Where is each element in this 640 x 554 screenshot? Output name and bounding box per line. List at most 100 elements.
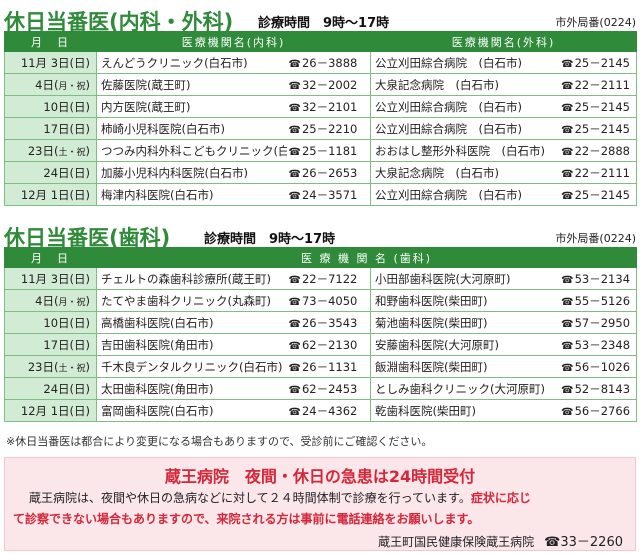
phone-number: 25－2145 bbox=[574, 121, 630, 136]
phone-cell: ☎25－2145 bbox=[556, 183, 637, 206]
phone-cell: ☎22－7122 bbox=[286, 267, 371, 290]
date-close: ) bbox=[85, 143, 91, 158]
dental-clinic-a: 吉田歯科医院(角田市) bbox=[96, 333, 287, 356]
phone-number: 22－2111 bbox=[574, 165, 630, 180]
phone-icon: ☎ bbox=[561, 274, 574, 286]
phone-number: 53－2134 bbox=[574, 271, 631, 286]
phone-icon: ☎ bbox=[561, 318, 574, 330]
phone-icon: ☎ bbox=[288, 318, 301, 330]
phone-number: 57－2950 bbox=[574, 315, 631, 330]
table-row: 10日(日) 高橋歯科医院(白石市) ☎26－3543 菊池歯科医院(柴田町) ☎57－… bbox=[4, 311, 638, 334]
phone-cell: ☎56－2766 bbox=[556, 399, 638, 422]
phone-cell: ☎25－2145 bbox=[556, 95, 637, 118]
date-cell: 11月 3日(日) bbox=[4, 267, 97, 290]
phone-number: 56－1026 bbox=[574, 359, 631, 374]
table-row: 24日(日) 太田歯科医院(角田市) ☎62－2453 としみ歯科クリニック(大河原町… bbox=[4, 377, 638, 400]
date-text: 17日(日) bbox=[43, 121, 90, 136]
phone-icon: ☎ bbox=[561, 362, 574, 374]
table-row: 11月 3日(日) えんどうクリニック(白石市) ☎26－3888 公立刈田綜合病院 … bbox=[4, 51, 637, 74]
surgery-header: 医療機関名(外科) bbox=[370, 31, 637, 52]
dental-clinic-b: 飯淵歯科医院(柴田町) bbox=[370, 355, 557, 378]
date-text: 23日( bbox=[27, 359, 59, 374]
phone-number: 56－2766 bbox=[574, 403, 631, 418]
dental-clinic-b: 小田部歯科医院(大河原町) bbox=[370, 267, 557, 290]
internal-clinic: 梅津内科医院(白石市) bbox=[96, 183, 287, 206]
phone-cell: ☎56－1026 bbox=[556, 355, 638, 378]
hospital-name: 蔵王町国民健康保険蔵王病院 bbox=[378, 535, 535, 549]
dental-clinic-a: たてやま歯科クリニック(丸森町) bbox=[96, 289, 287, 312]
dental-clinic-a: 富岡歯科医院(白石市) bbox=[96, 399, 287, 422]
date-text: 24日(日) bbox=[43, 165, 90, 180]
internal-clinic: えんどうクリニック(白石市) bbox=[96, 51, 287, 74]
date-text: 17日(日) bbox=[43, 337, 90, 352]
internal-clinic: 内方医院(蔵王町) bbox=[96, 95, 287, 118]
date-cell: 11月 3日(日) bbox=[4, 51, 97, 74]
phone-icon: ☎ bbox=[561, 190, 574, 202]
date-text: 11月 3日(日) bbox=[20, 271, 90, 286]
date-close: ) bbox=[85, 359, 91, 374]
emergency-footer: 蔵王町国民健康保険蔵王病院 ☎33－2260 bbox=[378, 531, 623, 550]
date-cell: 24日(日) bbox=[4, 161, 97, 184]
phone-icon: ☎ bbox=[288, 168, 301, 180]
phone-number: 25－2145 bbox=[574, 99, 630, 114]
internal-clinic: 佐藤医院(蔵王町) bbox=[96, 73, 287, 96]
phone-cell: ☎26－3888 bbox=[286, 51, 371, 74]
table-row: 10日(日) 内方医院(蔵王町) ☎32－2101 公立刈田綜合病院 (白石市) ☎25… bbox=[4, 95, 637, 118]
date-cell: 10日(日) bbox=[4, 95, 97, 118]
phone-number: 52－8143 bbox=[574, 381, 631, 396]
table-row: 4日(月・祝) たてやま歯科クリニック(丸森町) ☎73－4050 和野歯科医院(柴田… bbox=[4, 289, 638, 312]
dental-clinic-b: 乾歯科医院(柴田町) bbox=[370, 399, 557, 422]
date-text: 24日(日) bbox=[43, 381, 90, 396]
phone-cell: ☎26－3543 bbox=[286, 311, 371, 334]
holiday-mark: 土・祝 bbox=[58, 147, 86, 158]
phone-number: 25－2145 bbox=[574, 187, 630, 202]
surgery-clinic: 大泉記念病院 (白石市) bbox=[370, 73, 557, 96]
phone-cell: ☎26－1131 bbox=[286, 355, 371, 378]
dental-clinic-a: 高橋歯科医院(白石市) bbox=[96, 311, 287, 334]
dental-clinic-a: 千木良デンタルクリニック(白石市) bbox=[96, 355, 287, 378]
date-cell: 23日(土・祝) bbox=[4, 355, 97, 378]
date-text: 4日( bbox=[35, 293, 59, 308]
phone-icon: ☎ bbox=[561, 340, 574, 352]
dental-clinic-b: 和野歯科医院(柴田町) bbox=[370, 289, 557, 312]
table-row: 11月 3日(日) チェルトの森歯科診療所(蔵王町) ☎22－7122 小田部歯科医院… bbox=[4, 267, 638, 290]
table-row: 4日(月・祝) 佐藤医院(蔵王町) ☎32－2002 大泉記念病院 (白石市) ☎22－… bbox=[4, 73, 637, 96]
medical-section-header: 休日当番医(内科・外科) 診療時間 9時～17時 市外局番(0224) bbox=[4, 6, 636, 34]
surgery-clinic: 大泉記念病院 (白石市) bbox=[370, 161, 557, 184]
phone-number: 24－4362 bbox=[301, 403, 358, 418]
emergency-text-line2: て診察できない場合もありますので、来院される方は事前に電話連絡をお願いします。 bbox=[13, 512, 480, 526]
phone-cell: ☎73－4050 bbox=[286, 289, 371, 312]
phone-icon: ☎ bbox=[561, 146, 574, 158]
phone-icon: ☎ bbox=[288, 124, 301, 136]
date-text: 10日(日) bbox=[43, 99, 90, 114]
date-text: 11月 3日(日) bbox=[20, 55, 90, 70]
internal-clinic: 加藤小児科内科医院(白石市) bbox=[96, 161, 287, 184]
surgery-clinic: 公立刈田綜合病院 (白石市) bbox=[370, 51, 557, 74]
phone-icon: ☎ bbox=[288, 340, 301, 352]
internal-clinic: つつみ内科外科こどもクリニック(白石市) bbox=[96, 139, 287, 162]
phone-cell: ☎25－2210 bbox=[286, 117, 371, 140]
phone-icon: ☎ bbox=[561, 406, 574, 418]
phone-cell: ☎53－2348 bbox=[556, 333, 638, 356]
phone-cell: ☎32－2101 bbox=[286, 95, 371, 118]
phone-number: 62－2453 bbox=[301, 381, 358, 396]
internal-clinic: 柿崎小児科医院(白石市) bbox=[96, 117, 287, 140]
holiday-mark: 土・祝 bbox=[58, 363, 86, 374]
date-cell: 4日(月・祝) bbox=[4, 289, 97, 312]
table-header-row: 月 日 医療機関名(内科) 医療機関名(外科) bbox=[4, 31, 637, 52]
table-row: 17日(日) 吉田歯科医院(角田市) ☎62－2130 安藤歯科医院(大河原町) ☎53… bbox=[4, 333, 638, 356]
phone-cell: ☎25－1181 bbox=[286, 139, 371, 162]
phone-cell: ☎25－2145 bbox=[556, 117, 637, 140]
emergency-text-line1: 蔵王病院は、夜間や休日の急病などに対して２４時間体制で診療を行っています。症状に… bbox=[29, 489, 531, 506]
phone-icon: ☎ bbox=[561, 58, 574, 70]
phone-icon: ☎ bbox=[561, 384, 574, 396]
phone-icon: ☎ bbox=[561, 102, 574, 114]
phone-number: 26－1131 bbox=[301, 359, 358, 374]
phone-icon: ☎ bbox=[288, 80, 301, 92]
surgery-clinic: 公立刈田綜合病院 (白石市) bbox=[370, 95, 557, 118]
phone-cell: ☎22－2888 bbox=[556, 139, 637, 162]
phone-number: 32－2101 bbox=[301, 99, 358, 114]
phone-icon: ☎ bbox=[288, 406, 301, 418]
date-close: ) bbox=[85, 293, 91, 308]
date-cell: 17日(日) bbox=[4, 117, 97, 140]
